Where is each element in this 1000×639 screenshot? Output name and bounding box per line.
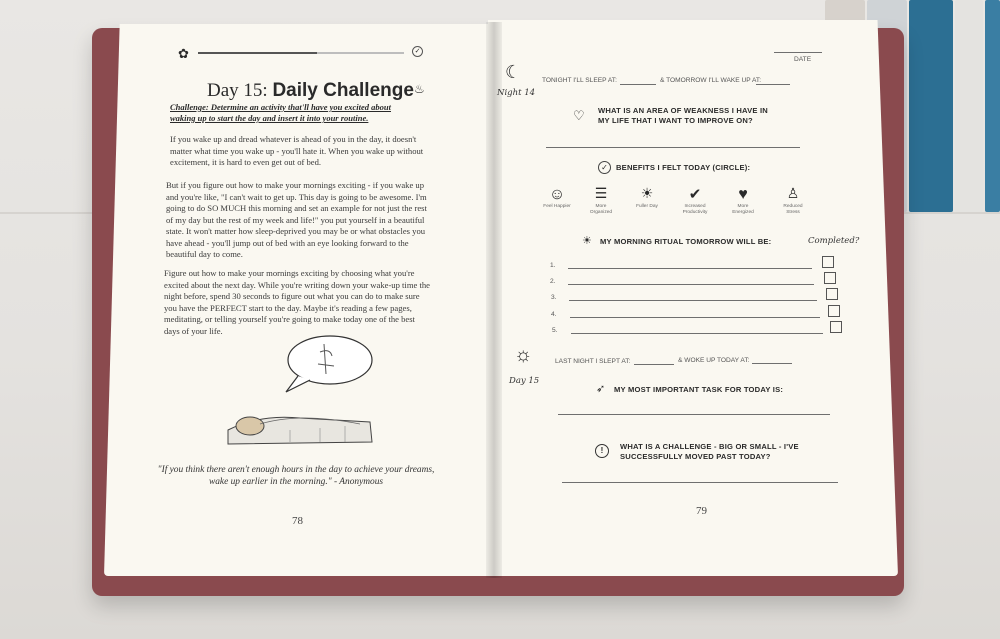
benefit-label: More Energized [732,204,754,215]
wake-line [756,84,790,85]
progress-bar [198,52,404,54]
quote-text: "If you think there aren't enough hours … [157,465,435,487]
check-circle-icon: ✓ [598,161,611,174]
smiley-icon: ☺ [548,186,566,203]
sleeping-illustration [227,335,373,445]
moon-cloud-icon: ☾ [505,62,522,82]
benefit-happier[interactable]: ☺ Feel Happier [542,186,572,210]
ritual-item-number: 1. [550,262,556,269]
slept-label: LAST NIGHT I SLEPT AT: [555,358,631,365]
check-circle-icon: ✓ [412,46,423,57]
paragraph-1: If you wake up and dread whatever is ahe… [170,134,424,167]
challenge-question: WHAT IS A CHALLENGE - BIG OR SMALL - I'V… [620,442,799,461]
challenge-answer-line[interactable] [562,482,838,483]
task-title: MY MOST IMPORTANT TASK FOR TODAY IS: [614,385,784,394]
date-label: DATE [794,56,812,63]
ritual-item-number: 4. [551,311,557,318]
runner-icon: ➶ [596,383,606,395]
sleep-line [620,84,656,85]
date-line [774,52,822,53]
completed-checkbox[interactable] [830,321,842,333]
ritual-line[interactable] [568,284,814,285]
weakness-answer-line [546,147,800,148]
benefit-organized[interactable]: ☰ More Organized [586,186,616,216]
benefit-stress[interactable]: ♙ Reduced Stress [778,186,808,216]
benefit-label: Fuller Day [636,204,658,209]
night-label: Night 14 [497,88,536,98]
day-label: Day 15 [509,376,540,386]
benefit-label: Feel Happier [543,204,571,209]
ritual-item-number: 2. [550,278,556,285]
task-answer-line[interactable] [558,414,830,415]
ritual-line[interactable] [571,333,823,334]
check-circle-icon: ✔ [688,187,702,203]
page-number-right: 79 [696,505,707,517]
meditation-icon: ♙ [786,187,800,202]
challenge-text: Challenge: Determine an activity that'll… [170,102,391,123]
ritual-item-number: 5. [552,327,558,334]
benefit-fuller-day[interactable]: ☀ Fuller Day [632,186,662,210]
weakness-question: WHAT IS AN AREA OF WEAKNESS I HAVE IN MY… [598,106,768,125]
heart-icon: ♥ [738,186,748,203]
page-gutter [486,22,502,578]
completed-label: Completed? [808,236,860,246]
page-title: Day 15: Daily Challenge [207,80,414,101]
benefits-title: BENEFITS I FELT TODAY (CIRCLE): [616,163,751,172]
benefit-label: Reduced Stress [783,204,803,215]
progress-fill [198,52,318,54]
ritual-line[interactable] [570,317,820,318]
woke-line[interactable] [752,363,792,364]
sunrise-icon: ☀ [640,187,654,202]
wake-label: & TOMORROW I'LL WAKE UP AT: [660,77,762,84]
completed-checkbox[interactable] [822,256,834,268]
ritual-line[interactable] [568,268,812,269]
benefit-label: More Organized [589,204,613,215]
checklist-icon: ☰ [594,187,608,202]
medal-icon: ✿ [178,46,189,61]
slept-line[interactable] [634,364,674,365]
paragraph-2: But if you figure out how to make your m… [166,180,427,259]
benefit-productivity[interactable]: ✔ Increased Productivity [680,186,710,216]
benefit-label: Increased Productivity [682,204,708,215]
benefit-energized[interactable]: ♥ More Energized [728,186,758,216]
completed-checkbox[interactable] [826,288,838,300]
ritual-title: MY MORNING RITUAL TOMORROW WILL BE: [600,237,772,246]
completed-checkbox[interactable] [828,305,840,317]
flame-icon: ♨ [414,82,425,96]
heart-icon: ♡ [573,108,585,123]
completed-checkbox[interactable] [824,272,836,284]
ritual-item-number: 3. [551,294,557,301]
paragraph-3: Figure out how to make your mornings exc… [164,268,430,336]
page-number-left: 78 [292,515,303,527]
woke-label: & WOKE UP TODAY AT: [678,357,750,364]
sleep-label: TONIGHT I'LL SLEEP AT: [542,77,617,84]
target-icon: ! [595,444,609,458]
sunrise-icon: ☀ [582,235,592,247]
ritual-line[interactable] [569,300,817,301]
sun-icon: ☼ [514,344,533,366]
